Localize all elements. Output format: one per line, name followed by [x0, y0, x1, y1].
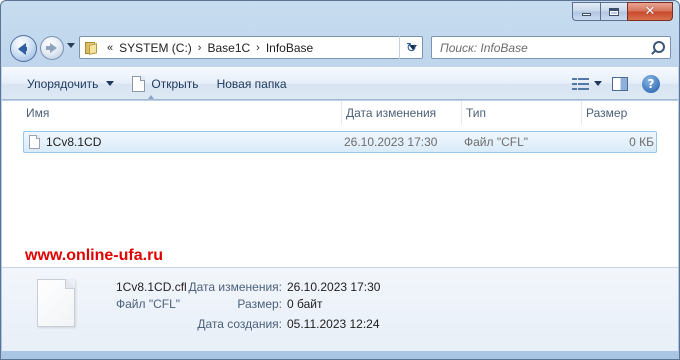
view-details-icon[interactable] [572, 77, 589, 91]
file-row[interactable]: 1Cv8.1CD 26.10.2023 17:30 Файл "CFL" 0 К… [23, 131, 657, 153]
file-date: 26.10.2023 17:30 [344, 135, 438, 149]
explorer-window: ✕ « SYSTEM (C:) › Base1C › InfoBase ↻ По… [0, 0, 680, 360]
organize-label: Упорядочить [27, 76, 99, 91]
help-icon[interactable]: ? [642, 74, 660, 93]
file-list-pane: Имя Дата изменения Тип Размер 1Cv8.1CD 2… [2, 95, 678, 267]
preview-pane-icon[interactable] [612, 76, 628, 91]
column-size-label: Размер [586, 106, 628, 120]
column-header-name[interactable]: Имя [2, 95, 342, 125]
breadcrumb-separator[interactable]: › [192, 42, 208, 54]
command-bar: Упорядочить Открыть Новая папка ? [2, 67, 678, 100]
details-modified-value: 26.10.2023 17:30 [287, 280, 381, 294]
sort-ascending-icon [148, 95, 154, 99]
document-icon [132, 75, 146, 92]
details-modified-label: Дата изменения: [188, 280, 283, 294]
file-icon [29, 135, 40, 149]
details-pane: 1Cv8.1CD.cfl Файл "CFL" Дата изменения: … [2, 267, 678, 351]
recent-pages-dropdown[interactable] [67, 43, 75, 48]
close-button[interactable]: ✕ [627, 2, 673, 21]
column-header-date[interactable]: Дата изменения [342, 101, 462, 125]
arrow-right-icon [46, 43, 57, 53]
column-header-size[interactable]: Размер [582, 101, 662, 125]
details-size-value: 0 байт [287, 297, 323, 311]
column-type-label: Тип [466, 106, 487, 120]
open-label: Открыть [151, 76, 199, 91]
minimize-icon [582, 13, 591, 16]
back-button[interactable] [10, 35, 37, 62]
search-input[interactable] [432, 37, 649, 58]
breadcrumb: SYSTEM (C:) › Base1C › InfoBase [119, 41, 313, 55]
arrow-left-icon [18, 42, 27, 55]
breadcrumb-item-system[interactable]: SYSTEM (C:) [119, 41, 192, 55]
file-large-icon [37, 279, 75, 327]
breadcrumb-item-base1c[interactable]: Base1C [207, 41, 250, 55]
breadcrumb-overflow[interactable]: « [101, 42, 119, 54]
details-size-label: Размер: [237, 297, 282, 311]
forward-button[interactable] [40, 36, 64, 60]
file-size: 0 КБ [629, 135, 654, 149]
search-box [431, 36, 671, 59]
caption-buttons: ✕ [572, 2, 673, 21]
refresh-button[interactable]: ↻ [399, 36, 423, 59]
file-type: Файл "CFL" [464, 135, 529, 149]
watermark-text: www.online-ufa.ru [25, 247, 164, 264]
new-folder-label: Новая папка [216, 76, 287, 91]
address-bar[interactable]: « SYSTEM (C:) › Base1C › InfoBase [79, 36, 423, 59]
refresh-icon: ↻ [406, 39, 417, 55]
organize-button[interactable]: Упорядочить [18, 72, 123, 96]
breadcrumb-item-infobase[interactable]: InfoBase [266, 41, 313, 55]
change-view-dropdown[interactable] [594, 81, 602, 86]
minimize-button[interactable] [572, 2, 600, 21]
open-button[interactable]: Открыть [123, 72, 207, 96]
details-created-value: 05.11.2023 12:24 [287, 317, 380, 331]
search-icon[interactable] [649, 40, 665, 56]
close-icon: ✕ [644, 4, 656, 19]
details-created-label: Дата создания: [197, 317, 282, 331]
chevron-down-icon [106, 81, 115, 86]
file-name: 1Cv8.1CD [46, 135, 102, 149]
chevron-down-icon [594, 81, 602, 86]
column-header-type[interactable]: Тип [462, 101, 582, 125]
folder-icon [85, 41, 101, 55]
maximize-button[interactable] [600, 2, 627, 21]
new-folder-button[interactable]: Новая папка [208, 72, 296, 96]
column-name-label: Имя [26, 106, 50, 120]
column-date-label: Дата изменения [346, 106, 437, 120]
breadcrumb-separator[interactable]: › [250, 42, 266, 54]
maximize-icon [609, 7, 619, 16]
column-header-row: Имя Дата изменения Тип Размер [2, 95, 662, 125]
